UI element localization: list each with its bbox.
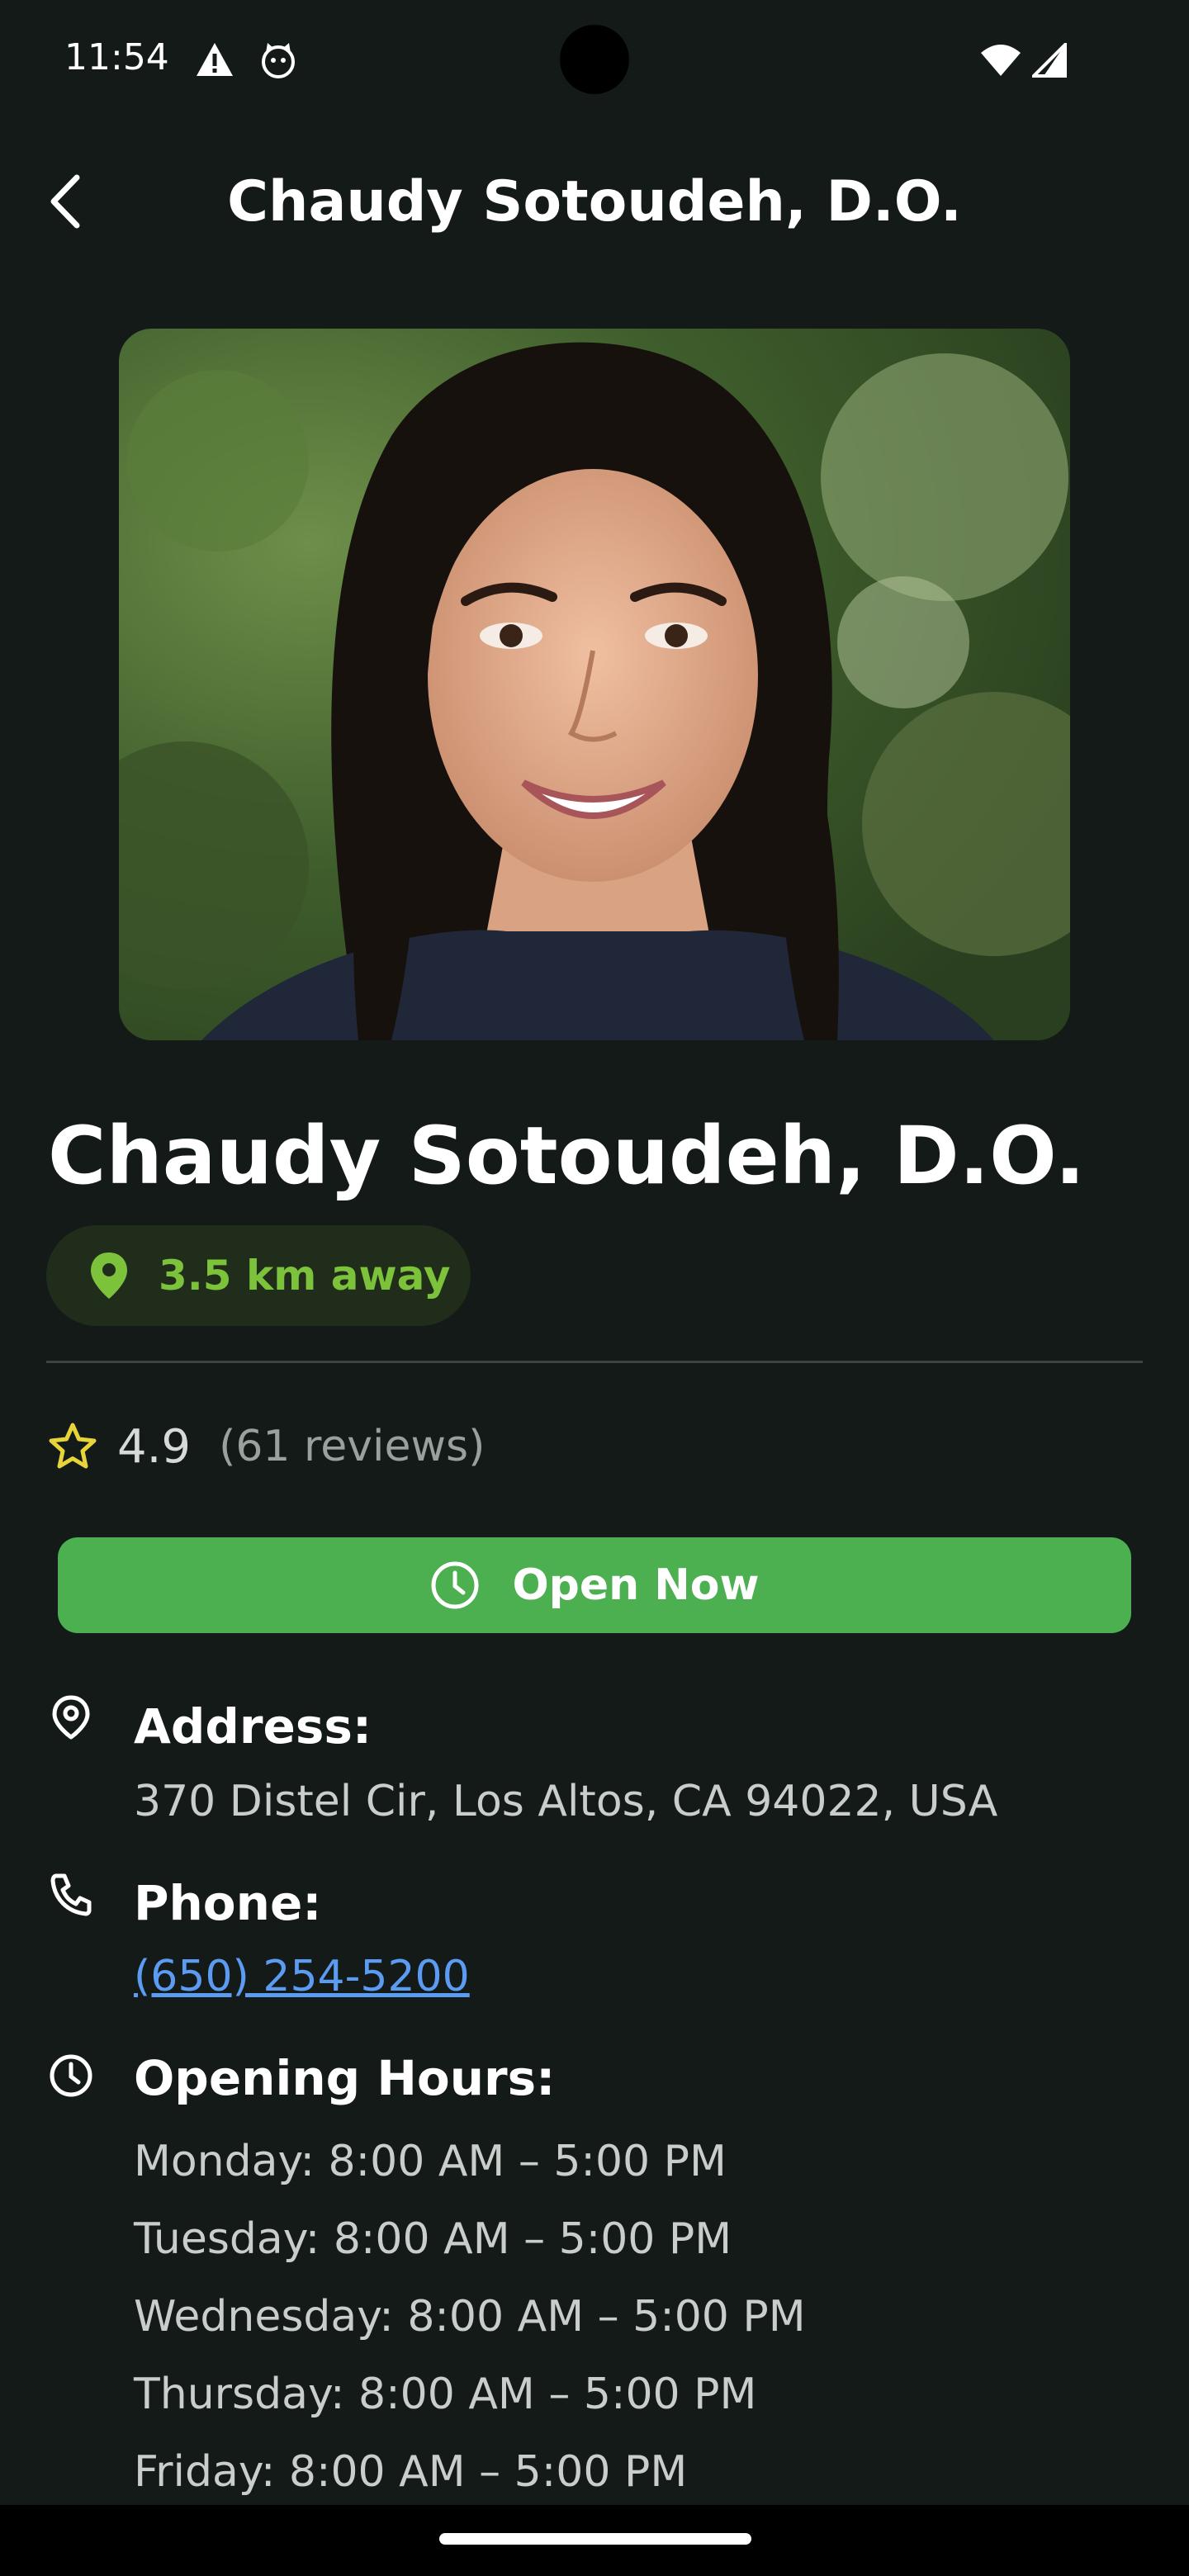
front-camera	[560, 25, 629, 94]
hours-monday: Monday: 8:00 AM – 5:00 PM	[134, 2137, 727, 2186]
hours-wednesday: Wednesday: 8:00 AM – 5:00 PM	[134, 2292, 806, 2342]
star-icon	[49, 1423, 97, 1469]
location-outline-icon	[52, 1695, 90, 1740]
open-now-button[interactable]: Open Now	[58, 1537, 1131, 1633]
open-now-label: Open Now	[512, 1560, 760, 1610]
review-count: (61 reviews)	[219, 1422, 486, 1471]
phone-link[interactable]: (650) 254-5200	[134, 1950, 470, 2003]
page-title: Chaudy Sotoudeh, D.O.	[227, 169, 962, 234]
opening-hours-label: Opening Hours:	[134, 2050, 556, 2106]
home-indicator[interactable]	[439, 2533, 751, 2545]
cat-face-icon	[262, 43, 295, 78]
hours-thursday: Thursday: 8:00 AM – 5:00 PM	[134, 2370, 757, 2419]
rating-row: 4.9 (61 reviews)	[48, 1413, 485, 1480]
opening-hours-list: Monday: 8:00 AM – 5:00 PM Tuesday: 8:00 …	[134, 2135, 806, 2523]
divider	[46, 1361, 1143, 1363]
distance-label: 3.5 km away	[159, 1252, 451, 1300]
status-bar: 11:54	[0, 0, 1189, 124]
location-pin-icon	[91, 1252, 127, 1299]
warning-icon	[197, 43, 233, 76]
signal-icon	[1032, 43, 1067, 78]
hours-tuesday: Tuesday: 8:00 AM – 5:00 PM	[134, 2214, 732, 2264]
doctor-photo	[119, 329, 1070, 1040]
address-label: Address:	[134, 1698, 372, 1754]
status-time: 11:54	[64, 36, 169, 78]
clock-outline-icon	[50, 2054, 92, 2097]
address-value: 370 Distel Cir, Los Altos, CA 94022, USA	[134, 1777, 998, 1826]
wifi-icon	[981, 45, 1021, 76]
phone-icon	[50, 1873, 92, 1916]
phone-label: Phone:	[134, 1875, 322, 1931]
rating-value: 4.9	[117, 1419, 192, 1474]
clock-icon	[431, 1561, 479, 1609]
distance-chip: 3.5 km away	[46, 1225, 471, 1326]
doctor-name: Chaudy Sotoudeh, D.O.	[48, 1110, 1086, 1202]
